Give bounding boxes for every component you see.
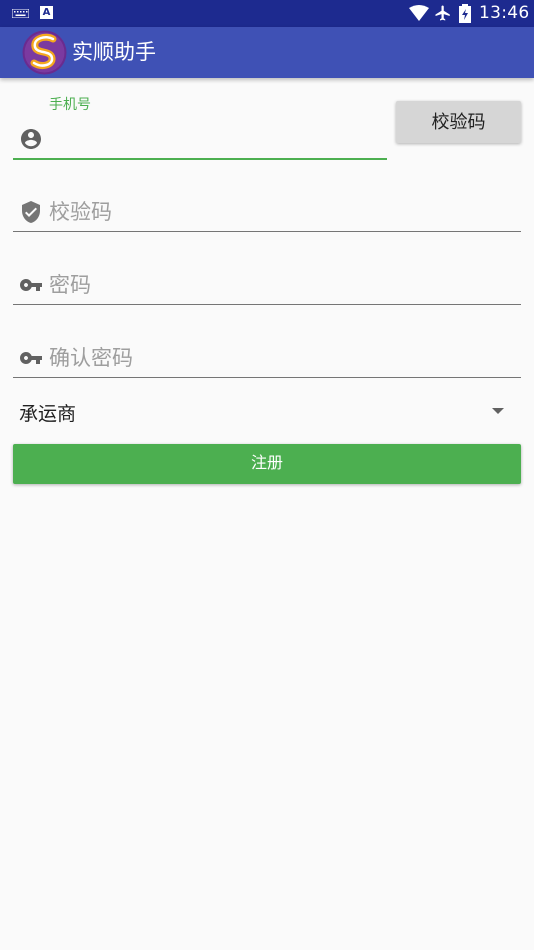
keyboard-icon bbox=[12, 9, 29, 18]
code-field[interactable]: 校验码 bbox=[13, 192, 521, 236]
app-title: 实顺助手 bbox=[72, 40, 156, 64]
confirm-password-underline bbox=[13, 377, 521, 378]
code-underline bbox=[13, 231, 521, 232]
password-field[interactable]: 密码 bbox=[13, 265, 521, 309]
shield-check-icon bbox=[22, 201, 40, 223]
phone-field[interactable]: 手机号 bbox=[13, 94, 387, 164]
confirm-password-placeholder: 确认密码 bbox=[49, 346, 133, 370]
wifi-icon bbox=[409, 5, 429, 21]
battery-icon bbox=[459, 4, 471, 23]
password-placeholder: 密码 bbox=[49, 273, 91, 297]
register-button[interactable]: 注册 bbox=[13, 444, 521, 484]
get-code-button[interactable]: 校验码 bbox=[396, 101, 521, 143]
carrier-select[interactable]: 承运商 bbox=[13, 392, 521, 432]
status-time: 13:46 bbox=[479, 3, 530, 23]
key-icon bbox=[20, 352, 42, 364]
account-circle-icon bbox=[21, 129, 41, 149]
carrier-select-value: 承运商 bbox=[19, 403, 77, 425]
app-logo-icon bbox=[22, 30, 67, 75]
phone-underline bbox=[13, 158, 387, 160]
dropdown-arrow-icon bbox=[492, 408, 504, 414]
app-bar: 实顺助手 bbox=[0, 27, 534, 78]
status-bar: A 13:46 bbox=[0, 0, 534, 27]
airplane-icon bbox=[435, 5, 450, 21]
phone-label: 手机号 bbox=[49, 97, 91, 113]
code-placeholder: 校验码 bbox=[49, 200, 112, 224]
password-underline bbox=[13, 304, 521, 305]
a-notification-icon: A bbox=[40, 6, 53, 19]
key-icon bbox=[20, 279, 42, 291]
confirm-password-field[interactable]: 确认密码 bbox=[13, 338, 521, 382]
